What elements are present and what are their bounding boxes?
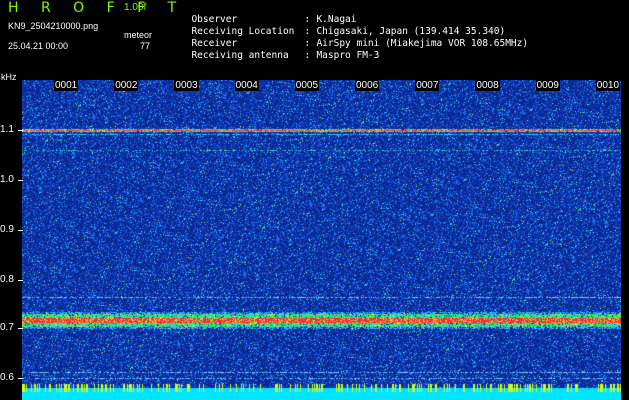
app-logo: H R O F F T — [8, 0, 186, 16]
y-tick-label: 0.9 — [0, 224, 14, 235]
file-name: KN9_2504210000.png — [8, 21, 99, 31]
x-tick-label: 0004 — [234, 80, 259, 91]
y-tick-mark — [18, 280, 23, 281]
timestamp: 25.04.21 00:00 — [8, 41, 69, 51]
x-tick-label: 0007 — [415, 80, 440, 91]
x-tick-label: 0003 — [174, 80, 199, 91]
version-label: 1.00f — [124, 2, 147, 13]
meteor-label: meteor — [124, 30, 153, 40]
spectrogram-canvas — [22, 80, 621, 400]
meta-antenna: Receiving antenna: Maspro FM-3 — [191, 50, 380, 61]
y-tick-label: 0.6 — [0, 372, 14, 383]
y-tick-mark — [18, 230, 23, 231]
x-tick-label: 0001 — [54, 80, 79, 91]
y-axis-unit: kHz — [1, 72, 17, 82]
y-tick-label: 0.8 — [0, 274, 14, 285]
y-tick-label: 1.1 — [0, 124, 14, 135]
meteor-count: 77 — [140, 41, 151, 51]
y-tick-mark — [18, 378, 23, 379]
y-tick-label: 1.0 — [0, 174, 14, 185]
x-tick-label: 0002 — [114, 80, 139, 91]
y-tick-mark — [18, 130, 23, 131]
meta-value: Maspro FM-3 — [316, 50, 380, 61]
meta-key: Receiving antenna — [191, 50, 289, 61]
x-tick-label: 0006 — [355, 80, 380, 91]
x-tick-label: 0009 — [535, 80, 560, 91]
y-tick-mark — [18, 328, 23, 329]
y-tick-label: 0.7 — [0, 322, 14, 333]
x-tick-label: 0010 — [595, 80, 621, 91]
x-tick-label: 0008 — [475, 80, 500, 91]
y-tick-mark — [18, 180, 23, 181]
x-tick-label: 0005 — [294, 80, 320, 91]
